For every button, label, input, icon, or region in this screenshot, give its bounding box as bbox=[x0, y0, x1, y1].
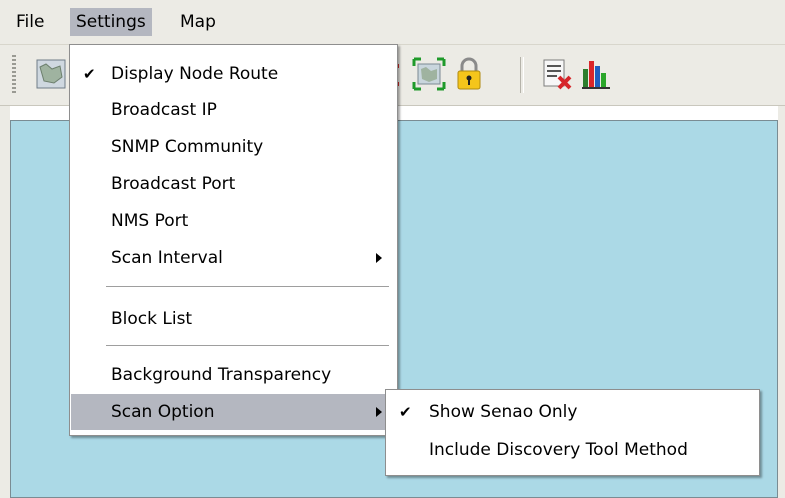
settings-dropdown-menu: ✔ Display Node Route Broadcast IP SNMP C… bbox=[69, 44, 398, 436]
menu-item-scan-interval[interactable]: Scan Interval bbox=[71, 240, 396, 276]
menu-item-nms-port[interactable]: NMS Port bbox=[71, 203, 396, 239]
menu-divider bbox=[106, 286, 389, 288]
fit-to-window-icon[interactable] bbox=[412, 57, 446, 91]
menu-item-include-discovery-tool-method[interactable]: Include Discovery Tool Method bbox=[387, 432, 758, 468]
menu-item-show-senao-only[interactable]: ✔ Show Senao Only bbox=[387, 394, 758, 430]
menu-item-block-list[interactable]: Block List bbox=[71, 301, 396, 337]
menu-settings[interactable]: Settings bbox=[70, 8, 152, 36]
window-frame-left bbox=[0, 106, 10, 498]
scan-option-submenu: ✔ Show Senao Only Include Discovery Tool… bbox=[385, 389, 760, 476]
menu-item-broadcast-port[interactable]: Broadcast Port bbox=[71, 166, 396, 202]
menu-item-label: NMS Port bbox=[111, 211, 189, 231]
checkmark-icon: ✔ bbox=[83, 65, 96, 83]
menu-item-background-transparency[interactable]: Background Transparency bbox=[71, 357, 396, 393]
menu-item-snmp-community[interactable]: SNMP Community bbox=[71, 129, 396, 165]
bar-chart-icon[interactable] bbox=[580, 57, 614, 91]
menu-divider bbox=[106, 345, 389, 347]
menu-item-label: Scan Interval bbox=[111, 248, 223, 268]
menu-item-label: Block List bbox=[111, 309, 193, 329]
menu-item-label: Broadcast IP bbox=[111, 100, 217, 120]
menu-item-label: Scan Option bbox=[111, 402, 215, 422]
menu-item-label: Background Transparency bbox=[111, 365, 332, 385]
menu-item-display-node-route[interactable]: ✔ Display Node Route bbox=[71, 56, 396, 92]
menu-item-broadcast-ip[interactable]: Broadcast IP bbox=[71, 92, 396, 128]
menu-item-label: Broadcast Port bbox=[111, 174, 236, 194]
menu-item-label: Include Discovery Tool Method bbox=[429, 440, 688, 460]
menu-map[interactable]: Map bbox=[174, 8, 222, 36]
menu-item-label: SNMP Community bbox=[111, 137, 264, 157]
clear-list-icon[interactable] bbox=[540, 57, 574, 91]
checkmark-icon: ✔ bbox=[399, 403, 412, 421]
window-frame-right bbox=[778, 106, 785, 498]
menu-item-label: Show Senao Only bbox=[429, 402, 578, 422]
toolbar-grip[interactable] bbox=[12, 55, 16, 95]
menu-item-scan-option[interactable]: Scan Option bbox=[71, 394, 396, 430]
menu-file[interactable]: File bbox=[10, 8, 50, 36]
submenu-arrow-icon bbox=[376, 253, 382, 263]
menu-bar: File Settings Map bbox=[0, 0, 785, 45]
menu-item-label: Display Node Route bbox=[111, 64, 279, 84]
submenu-arrow-icon bbox=[376, 407, 382, 417]
map-icon[interactable] bbox=[34, 57, 68, 91]
lock-icon[interactable] bbox=[452, 57, 486, 91]
toolbar-separator bbox=[520, 57, 524, 93]
